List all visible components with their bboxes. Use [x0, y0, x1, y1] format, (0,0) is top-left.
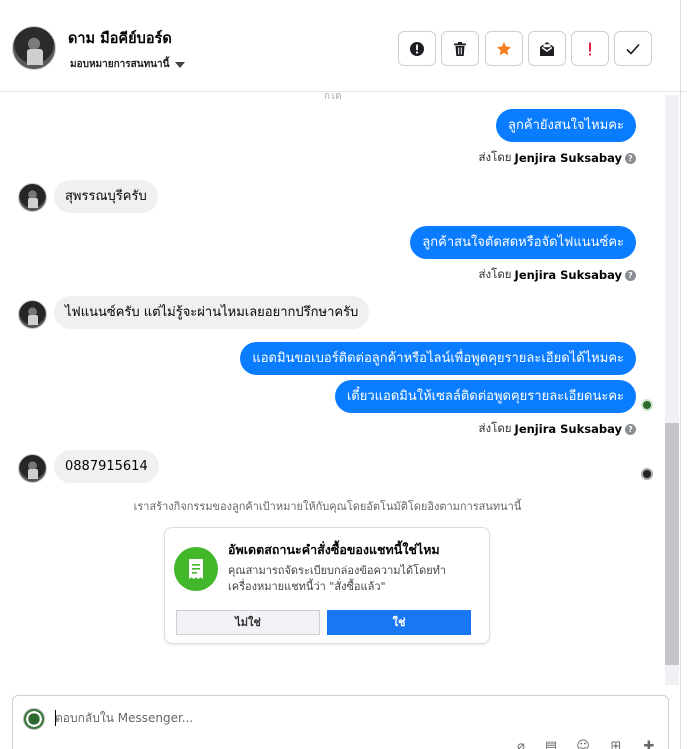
system-note: เราสร้างกิจกรรมของลูกค้าเป้าหมายให้กับคุ… — [133, 500, 522, 513]
outgoing-message[interactable]: ลูกค้าสนใจตัดสดหรือจัดไฟแนนซ์คะ — [410, 226, 636, 259]
text-cursor — [55, 710, 56, 726]
trash-icon — [454, 41, 466, 56]
incoming-message[interactable]: 0887915614 — [54, 450, 159, 483]
sent-by-label: ส่งโดย Jenjira Suksabay ? — [479, 149, 636, 167]
saved-reply-icon[interactable]: ▤ — [543, 740, 559, 749]
assign-label: มอบหมายการสนทนานี้ — [70, 59, 170, 70]
scrollbar-thumb[interactable] — [665, 423, 679, 665]
emoji-icon[interactable]: ☺ — [575, 740, 591, 749]
like-icon[interactable]: ✚ — [641, 740, 657, 749]
reply-composer: ⌀ ▤ ☺ ⊞ ✚ — [12, 695, 669, 749]
attach-icon[interactable]: ⌀ — [513, 740, 529, 749]
page-avatar — [23, 708, 45, 730]
message-thread[interactable]: ก็ได้ ลูกค้ายังสนใจไหมคะ ส่งโดย Jenjira … — [0, 93, 665, 693]
sent-by-name: Jenjira Suksabay — [514, 268, 622, 282]
contact-name[interactable]: ดาม มือคีย์บอร์ด — [68, 27, 172, 50]
sent-by-prefix: ส่งโดย — [478, 150, 512, 164]
contact-avatar-small[interactable] — [18, 300, 47, 329]
delete-button[interactable] — [441, 31, 479, 66]
outgoing-message[interactable]: ลูกค้ายังสนใจไหมคะ — [496, 109, 636, 142]
outgoing-message[interactable]: เดี๋ยวแอดมินให้เซลล์ติดต่อพูดคุยรายละเอี… — [334, 380, 636, 413]
order-status-card: อัพเดตสถานะคำสั่งซื้อของแชทนี้ใช่ไหม คุณ… — [164, 527, 490, 644]
mark-unread-icon — [540, 41, 554, 56]
sent-by-prefix: ส่งโดย — [478, 267, 512, 281]
contact-avatar-small[interactable] — [18, 454, 47, 483]
assign-conversation-dropdown[interactable]: มอบหมายการสนทนานี้ — [70, 57, 186, 72]
mark-unread-button[interactable] — [528, 31, 566, 66]
seen-avatar-icon — [641, 399, 653, 411]
follow-up-icon — [589, 42, 591, 55]
spam-icon — [410, 41, 424, 56]
follow-up-button[interactable] — [571, 31, 609, 66]
caret-down-icon — [175, 61, 186, 68]
conversation-header: ดาม มือคีย์บอร์ด มอบหมายการสนทนานี้ — [0, 0, 687, 92]
sent-by-label: ส่งโดย Jenjira Suksabay ? — [479, 420, 636, 438]
star-button[interactable] — [485, 31, 523, 66]
sent-by-name: Jenjira Suksabay — [514, 422, 622, 436]
receipt-icon — [174, 547, 218, 591]
incoming-message[interactable]: สุพรรณบุรีครับ — [54, 180, 158, 213]
mark-done-button[interactable] — [614, 31, 652, 66]
contact-avatar-small[interactable] — [18, 183, 47, 212]
help-icon[interactable]: ? — [625, 269, 636, 281]
scrollbar[interactable] — [665, 95, 679, 685]
help-icon[interactable]: ? — [625, 423, 636, 435]
contact-avatar[interactable] — [12, 26, 56, 70]
clipped-message-fragment: ก็ได้ — [324, 93, 342, 102]
reply-input[interactable] — [55, 707, 615, 729]
star-icon — [497, 41, 511, 55]
panel-divider — [680, 0, 681, 749]
cart-icon[interactable]: ⊞ — [608, 740, 624, 749]
outgoing-message[interactable]: แอดมินขอเบอร์ติดต่อลูกค้าหรือไลน์เพื่อพู… — [240, 342, 636, 375]
sent-by-name: Jenjira Suksabay — [514, 151, 622, 165]
no-button[interactable]: ไม่ใช่ — [176, 610, 320, 635]
card-description: คุณสามารถจัดระเบียบกล่องข้อความได้โดยทำเ… — [228, 564, 447, 593]
card-title: อัพเดตสถานะคำสั่งซื้อของแชทนี้ใช่ไหม — [228, 542, 440, 557]
yes-button[interactable]: ใช่ — [327, 610, 471, 635]
incoming-message[interactable]: ไฟแนนซ์ครับ แต่ไม่รู้จะผ่านไหมเลยอยากปรึ… — [54, 296, 370, 329]
seen-avatar-icon — [641, 468, 653, 480]
sent-by-prefix: ส่งโดย — [478, 421, 512, 435]
sent-by-label: ส่งโดย Jenjira Suksabay ? — [479, 266, 636, 284]
help-icon[interactable]: ? — [625, 152, 636, 164]
check-done-icon — [626, 43, 640, 55]
mark-spam-button[interactable] — [398, 31, 436, 66]
